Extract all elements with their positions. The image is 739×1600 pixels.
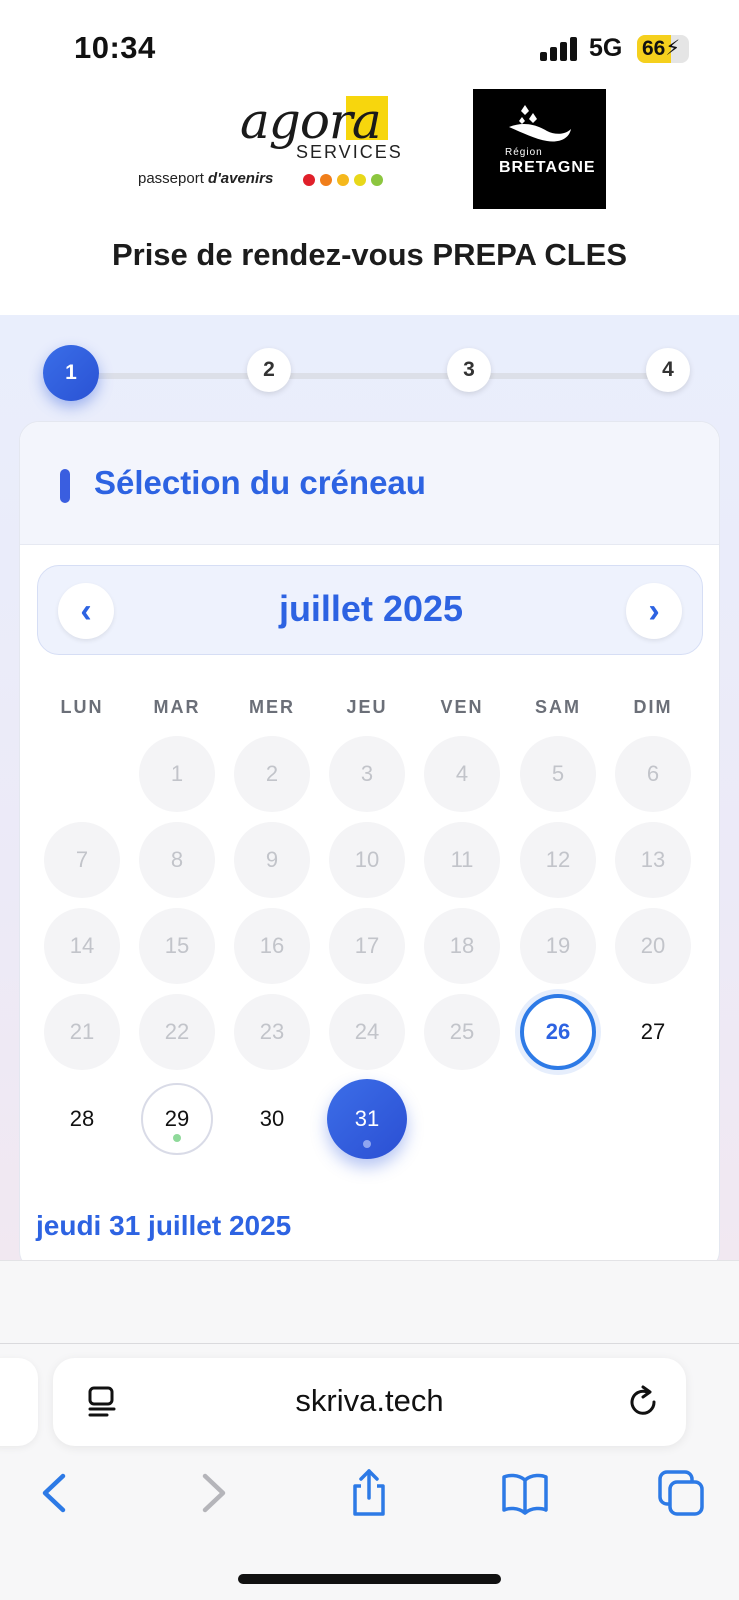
weekday-mer: MER	[249, 697, 295, 717]
calendar-day-4: 4	[424, 736, 500, 812]
calendar-day-30[interactable]: 30	[234, 1081, 310, 1157]
tabs-icon[interactable]	[656, 1468, 706, 1518]
share-icon[interactable]	[344, 1468, 394, 1518]
reload-icon[interactable]	[625, 1384, 661, 1420]
region-label: Région	[505, 147, 543, 158]
calendar-day-6: 6	[615, 736, 691, 812]
battery-icon: 66⚡	[637, 35, 689, 63]
agora-services-logo: agora SERVICES passeport d'avenirs	[138, 92, 401, 197]
calendar-day-17: 17	[329, 908, 405, 984]
bretagne-label: BRETAGNE	[499, 159, 596, 176]
calendar-day-7: 7	[44, 822, 120, 898]
next-month-button[interactable]: ›	[626, 583, 682, 639]
calendar-day-19: 19	[520, 908, 596, 984]
calendar-day-2: 2	[234, 736, 310, 812]
calendar-day-3: 3	[329, 736, 405, 812]
slot-indicator-dot	[173, 1134, 181, 1142]
battery-level: 66	[642, 37, 666, 60]
status-bar: 10:34 5G 66⚡	[0, 0, 739, 90]
slot-selection-card: Sélection du créneau ‹ juillet 2025 › LU…	[19, 421, 720, 1271]
step-3[interactable]: 3	[447, 348, 491, 392]
agora-logo-dots	[303, 173, 388, 191]
calendar-day-27[interactable]: 27	[615, 994, 691, 1070]
agora-logo-dot	[337, 174, 349, 186]
region-bretagne-logo: Région BRETAGNE	[473, 89, 606, 209]
weekday-lun: LUN	[60, 697, 104, 717]
agora-logo-dot	[303, 174, 315, 186]
address-bar[interactable]: skriva.tech	[53, 1358, 686, 1446]
adjacent-tab-preview[interactable]	[0, 1358, 38, 1446]
weekday-sam: SAM	[535, 697, 581, 717]
agora-logo-tagline: passeport d'avenirs	[138, 170, 274, 187]
back-icon[interactable]	[30, 1468, 80, 1518]
step-1[interactable]: 1	[43, 345, 99, 401]
agora-logo-dot	[320, 174, 332, 186]
selected-date-label: jeudi 31 juillet 2025	[36, 1210, 292, 1241]
month-navigator: ‹ juillet 2025 ›	[37, 565, 703, 655]
calendar-day-11: 11	[424, 822, 500, 898]
calendar-day-23: 23	[234, 994, 310, 1070]
slot-indicator-dot	[363, 1140, 371, 1148]
card-accent-bar	[60, 469, 70, 503]
forward-icon[interactable]	[188, 1468, 238, 1518]
bookmarks-icon[interactable]	[500, 1468, 550, 1518]
month-label: juillet 2025	[278, 588, 464, 629]
calendar-day-8: 8	[139, 822, 215, 898]
calendar-day-5: 5	[520, 736, 596, 812]
calendar-day-10: 10	[329, 822, 405, 898]
cellular-signal-icon	[540, 37, 578, 61]
calendar-day-21: 21	[44, 994, 120, 1070]
card-title: Sélection du créneau	[94, 464, 426, 501]
card-header: Sélection du créneau	[20, 422, 719, 545]
calendar-day-1: 1	[139, 736, 215, 812]
weekday-dim: DIM	[633, 697, 673, 717]
weekday-ven: VEN	[440, 697, 484, 717]
calendar-day-24: 24	[329, 994, 405, 1070]
agora-logo-dot	[371, 174, 383, 186]
calendar-day-26[interactable]: 26	[520, 994, 596, 1070]
agora-logo-dot	[354, 174, 366, 186]
url-text[interactable]: skriva.tech	[53, 1383, 686, 1419]
calendar-day-18: 18	[424, 908, 500, 984]
network-type: 5G	[589, 34, 623, 62]
weekday-jeu: JEU	[346, 697, 388, 717]
calendar-day-22: 22	[139, 994, 215, 1070]
calendar-day-25: 25	[424, 994, 500, 1070]
calendar-day-15: 15	[139, 908, 215, 984]
status-time: 10:34	[74, 30, 156, 65]
stepper-track	[70, 373, 670, 379]
weekday-mar: MAR	[153, 697, 201, 717]
calendar-day-31[interactable]: 31	[327, 1079, 407, 1159]
calendar-day-29[interactable]: 29	[141, 1083, 213, 1155]
browser-separator	[0, 1343, 739, 1344]
calendar-day-12: 12	[520, 822, 596, 898]
agora-logo-services: SERVICES	[296, 142, 403, 162]
calendar-day-16: 16	[234, 908, 310, 984]
calendar-day-14: 14	[44, 908, 120, 984]
page-title: Prise de rendez-vous PREPA CLES	[111, 237, 628, 272]
home-indicator	[238, 1574, 501, 1584]
step-2[interactable]: 2	[247, 348, 291, 392]
step-4[interactable]: 4	[646, 348, 690, 392]
calendar-day-13: 13	[615, 822, 691, 898]
calendar-day-28[interactable]: 28	[44, 1081, 120, 1157]
calendar-day-20: 20	[615, 908, 691, 984]
calendar-day-9: 9	[234, 822, 310, 898]
